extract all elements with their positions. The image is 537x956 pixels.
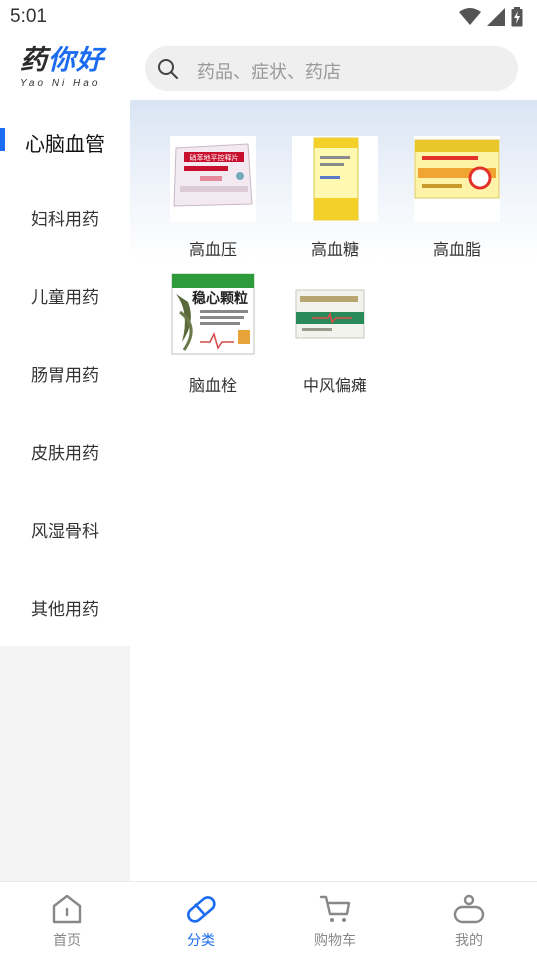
nav-label: 首页: [53, 933, 81, 949]
nav-home[interactable]: 首页: [0, 882, 134, 956]
home-icon: [52, 894, 82, 924]
category-sidebar: 心脑血管 妇科用药 儿童用药 肠胃用药 皮肤用药 风湿骨科 其他用药: [0, 100, 130, 881]
cart-icon: [319, 895, 351, 922]
app-logo[interactable]: 药你好 Yao Ni Hao: [20, 46, 130, 92]
nav-cart[interactable]: 购物车: [268, 882, 402, 956]
nav-label: 分类: [187, 933, 215, 949]
search-input[interactable]: 药品、症状、药店: [145, 46, 518, 91]
pill-icon: [187, 896, 216, 923]
battery-icon: [511, 7, 523, 27]
drug-image: [292, 272, 378, 358]
drug-image: 稳心颗粒: [170, 272, 256, 358]
logo-wordmark: 药你好: [20, 45, 104, 76]
sidebar-item-other[interactable]: 其他用药: [0, 568, 130, 646]
sidebar-item-rheumatism[interactable]: 风湿骨科: [0, 490, 130, 568]
status-bar: 5:01: [0, 0, 537, 36]
drug-box-text: 硝苯地平控释片: [190, 153, 239, 162]
sidebar-item-label: 皮肤用药: [31, 444, 99, 464]
sidebar-item-gynecology[interactable]: 妇科用药: [0, 178, 130, 256]
drug-image: [414, 136, 500, 222]
sidebar-item-children[interactable]: 儿童用药: [0, 256, 130, 334]
sidebar-item-label: 心脑血管: [25, 132, 105, 156]
signal-icon: [487, 8, 505, 26]
nav-category[interactable]: 分类: [134, 882, 268, 956]
sidebar-item-label: 其他用药: [31, 600, 99, 620]
sidebar-item-label: 肠胃用药: [31, 366, 99, 386]
sidebar-item-skin[interactable]: 皮肤用药: [0, 412, 130, 490]
header: 药你好 Yao Ni Hao 药品、症状、药店: [0, 36, 537, 100]
status-time: 5:01: [10, 6, 47, 27]
profile-icon: [453, 894, 485, 924]
sidebar-item-label: 儿童用药: [31, 288, 99, 308]
sidebar-item-label: 妇科用药: [31, 210, 99, 230]
sidebar-item-gastro[interactable]: 肠胃用药: [0, 334, 130, 412]
nav-label: 我的: [455, 933, 483, 949]
sidebar-item-cardio[interactable]: 心脑血管: [0, 100, 130, 178]
drug-name: 中风偏瘫: [302, 376, 367, 395]
drug-name: 高血脂: [432, 240, 481, 259]
sidebar-item-label: 风湿骨科: [31, 522, 99, 542]
search-icon: [158, 59, 178, 79]
search-placeholder: 药品、症状、药店: [197, 62, 341, 83]
logo-subtitle: Yao Ni Hao: [20, 78, 101, 89]
drug-name: 高血压: [188, 240, 237, 259]
drug-image: 硝苯地平控释片: [170, 136, 256, 222]
drug-image: [292, 136, 378, 222]
nav-profile[interactable]: 我的: [402, 882, 536, 956]
status-icons: [459, 7, 523, 27]
wifi-icon: [459, 8, 481, 25]
category-content: 硝苯地平控释片 高血压 高血糖 高血脂 稳心颗粒 脑血栓 中风偏瘫: [130, 100, 537, 881]
bottom-nav: 首页 分类 购物车 我的: [0, 881, 537, 956]
nav-label: 购物车: [314, 933, 356, 949]
drug-name: 高血糖: [310, 240, 359, 259]
drug-box-text: 稳心颗粒: [192, 290, 248, 307]
drug-name: 脑血栓: [188, 376, 237, 395]
